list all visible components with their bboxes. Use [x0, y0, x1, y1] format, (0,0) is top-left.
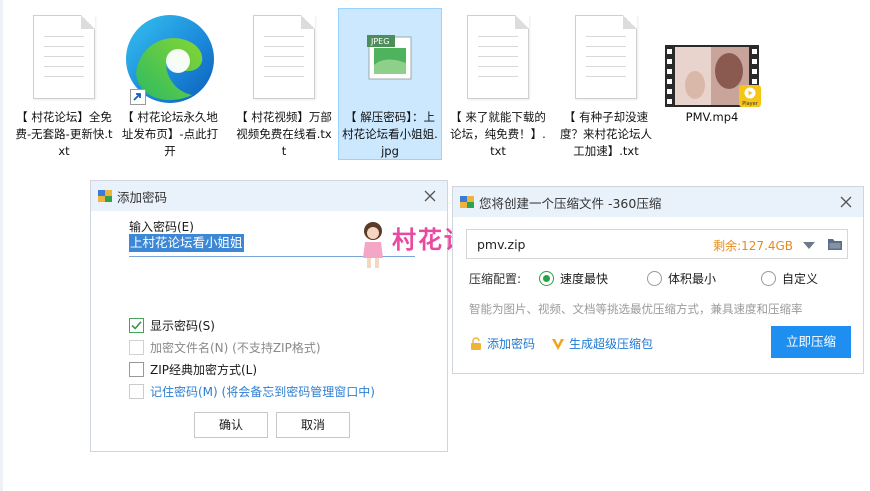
- archive-app-icon: [459, 194, 475, 210]
- free-space-text: 剩余:127.4GB: [713, 239, 793, 253]
- zip-filename: pmv.zip: [477, 237, 526, 252]
- archive-app-icon: [97, 188, 113, 204]
- file-txt-4[interactable]: 【 有种子却没速度？来村花论坛人工加速】.txt: [554, 8, 658, 160]
- close-icon[interactable]: [837, 193, 855, 211]
- lock-icon: [471, 336, 481, 350]
- cartoon-girl-icon: [358, 220, 388, 272]
- zip-classic-encryption-checkbox[interactable]: ZIP经典加密方式(L): [129, 361, 257, 378]
- file-label: PMV.mp4: [685, 110, 739, 124]
- radio-icon: [647, 271, 662, 286]
- mode-custom-radio[interactable]: 自定义: [761, 270, 818, 287]
- dialog-title: 添加密码: [117, 189, 168, 205]
- add-password-label: 添加密码: [487, 337, 536, 351]
- checkbox-icon: [129, 340, 144, 355]
- compression-config-label: 压缩配置:: [469, 272, 522, 286]
- checkbox-checked-icon: [129, 318, 144, 333]
- radio-label: 速度最快: [560, 272, 609, 286]
- txt-file-icon: [253, 15, 315, 99]
- chevron-down-icon[interactable]: [803, 242, 815, 249]
- dialog-titlebar: 您将创建一个压缩文件 -360压缩: [453, 187, 863, 217]
- v-badge-icon: [552, 338, 564, 350]
- password-selected-text: 上村花论坛看小姐姐: [129, 234, 244, 252]
- edge-icon: [122, 11, 218, 110]
- radio-selected-icon: [539, 271, 554, 286]
- file-label: 【 村花论坛永久地址发布页】-点此打开: [121, 110, 219, 158]
- add-password-link[interactable]: 添加密码: [469, 335, 535, 352]
- file-video[interactable]: Player PMV.mp4: [660, 8, 764, 160]
- file-label: 【 有种子却没速度？来村花论坛人工加速】.txt: [560, 110, 652, 158]
- radio-icon: [761, 271, 776, 286]
- zip-filename-field[interactable]: pmv.zip 剩余:127.4GB: [466, 229, 848, 259]
- jpeg-file-icon: JPEG: [365, 33, 415, 86]
- compression-hint: 智能为图片、视频、文档等挑选最优压缩方式，兼具速度和压缩率: [469, 302, 803, 316]
- file-txt-2[interactable]: 【 村花视频】万部视频免费在线看.txt: [232, 8, 336, 160]
- file-label: 【 村花视频】万部视频免费在线看.txt: [236, 110, 332, 158]
- cancel-button[interactable]: 取消: [276, 412, 350, 438]
- mode-fastest-radio[interactable]: 速度最快: [539, 270, 608, 287]
- encrypt-filename-checkbox[interactable]: 加密文件名(N) (不支持ZIP格式): [129, 339, 321, 356]
- mode-smallest-radio[interactable]: 体积最小: [647, 270, 716, 287]
- checkbox-icon: [129, 384, 144, 399]
- file-txt-3[interactable]: 【 来了就能下载的论坛，纯免费！】.txt: [446, 8, 550, 160]
- checkbox-label: ZIP经典加密方式(L): [150, 363, 258, 377]
- compress-now-button[interactable]: 立即压缩: [771, 326, 851, 358]
- checkbox-icon: [129, 362, 144, 377]
- file-jpg-selected[interactable]: JPEG 【 解压密码】：上村花论坛看小姐姐.jpg: [338, 8, 442, 160]
- super-zip-link[interactable]: 生成超级压缩包: [551, 335, 653, 352]
- checkbox-label: 加密文件名(N) (不支持ZIP格式): [150, 341, 321, 355]
- create-zip-dialog: 您将创建一个压缩文件 -360压缩 pmv.zip 剩余:127.4GB 压缩配…: [452, 186, 864, 374]
- folder-icon[interactable]: [827, 236, 843, 252]
- player-badge-icon: Player: [739, 85, 761, 107]
- show-password-checkbox[interactable]: 显示密码(S): [129, 317, 215, 334]
- file-label: 【 村花论坛】全免费-无套路-更新快.txt: [15, 110, 113, 158]
- window-edge: [0, 0, 3, 491]
- video-thumbnail-icon: Player: [665, 45, 761, 110]
- jpeg-badge: JPEG: [371, 37, 390, 46]
- checkbox-label: 记住密码(M) (将会备忘到密码管理窗口中): [150, 385, 375, 399]
- dialog-titlebar: 添加密码: [91, 181, 447, 211]
- super-zip-label: 生成超级压缩包: [569, 337, 654, 351]
- file-edge-shortcut[interactable]: 【 村花论坛永久地址发布页】-点此打开: [118, 8, 222, 160]
- file-label: 【 解压密码】：上村花论坛看小姐姐.jpg: [342, 110, 438, 158]
- file-label: 【 来了就能下载的论坛，纯免费！】.txt: [450, 110, 546, 158]
- txt-file-icon: [467, 15, 529, 99]
- checkbox-label: 显示密码(S): [150, 319, 215, 333]
- radio-label: 自定义: [782, 272, 819, 286]
- remember-password-checkbox[interactable]: 记住密码(M) (将会备忘到密码管理窗口中): [129, 383, 375, 400]
- txt-file-icon: [575, 15, 637, 99]
- confirm-button[interactable]: 确认: [194, 412, 268, 438]
- radio-label: 体积最小: [668, 272, 717, 286]
- close-icon[interactable]: [421, 187, 439, 205]
- dialog-title: 您将创建一个压缩文件 -360压缩: [479, 195, 662, 211]
- file-txt-1[interactable]: 【 村花论坛】全免费-无套路-更新快.txt: [12, 8, 116, 160]
- txt-file-icon: [33, 15, 95, 99]
